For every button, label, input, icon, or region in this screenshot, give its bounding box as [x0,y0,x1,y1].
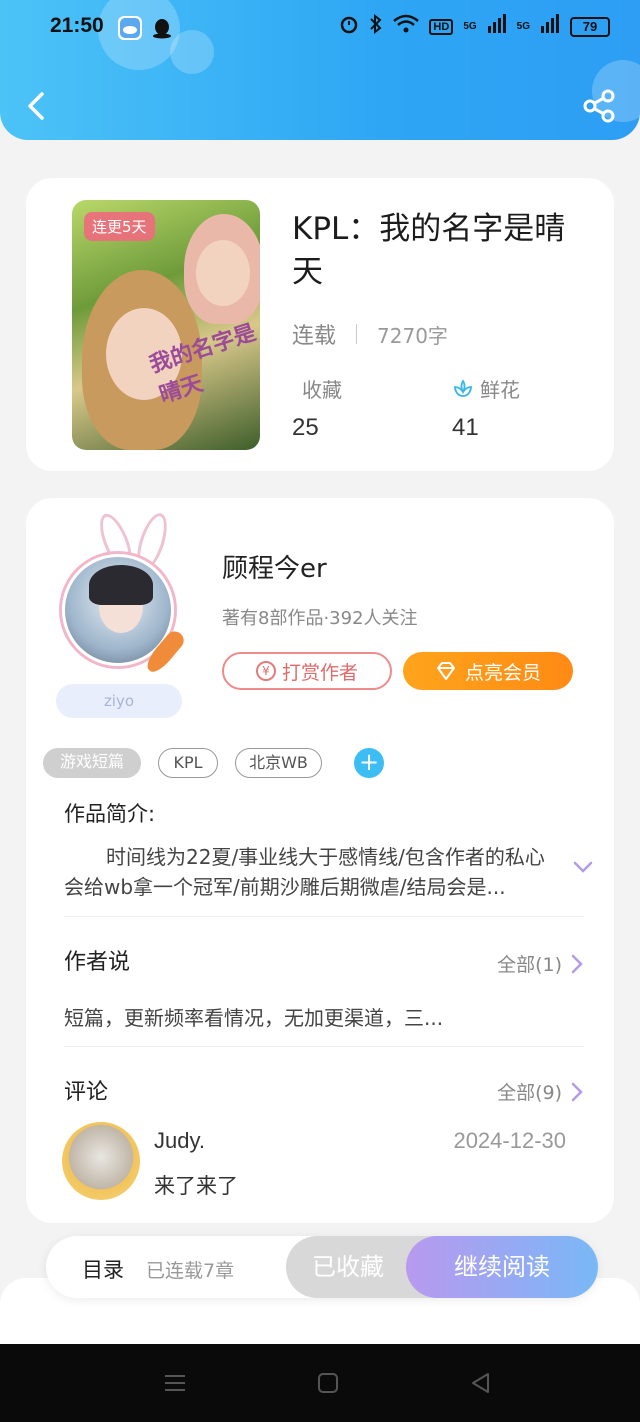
alarm-icon [339,14,359,39]
commenter-name[interactable]: Judy. [154,1128,205,1154]
tip-author-label: 打赏作者 [281,661,358,684]
comment-text[interactable]: 来了来了 [154,1170,238,1200]
serial-status: 连载 [292,324,337,349]
update-streak-badge: 连更5天 [84,212,155,241]
status-time: 21:50 [50,14,104,37]
battery-indicator: 79 [570,16,610,37]
top-header: 21:50 HD 5G 5G 79 [0,0,640,140]
continue-reading-button[interactable]: 继续阅读 [406,1236,598,1298]
signal-bars-icon [487,14,507,39]
author-say-text[interactable]: 短篇，更新频率看情况，无加更渠道，三... [64,1002,443,1031]
tag-chip[interactable]: 北京WB [235,748,322,778]
chapter-count: 已连载7章 [146,1260,235,1282]
home-nav-icon[interactable] [315,1370,341,1396]
signal-5g-icon: 5G [463,21,477,32]
expand-chevron-down-icon[interactable] [572,856,594,878]
share-button[interactable] [580,86,620,126]
system-nav-bar [0,1344,640,1422]
chevron-right-icon [571,954,583,973]
intro-text[interactable]: 时间线为22夏/事业线大于感情线/包含作者的私心会给wb拿一个冠军/前期沙雕后期… [64,842,564,902]
author-say-more-label: 全部(1) [497,954,562,976]
flowers-stat[interactable]: 鲜花 [452,374,520,403]
wifi-icon [393,14,420,39]
hd-icon: HD [429,18,454,35]
back-button[interactable] [18,86,58,126]
activate-vip-button[interactable]: 点亮会员 [403,652,573,690]
chevron-right-icon [571,1082,583,1101]
status-icons: HD 5G 5G 79 [339,13,610,39]
section-divider [64,916,584,917]
bottom-action-bar: 目录 已连载7章 已收藏 继续阅读 [46,1236,598,1298]
weather-app-icon [118,16,142,40]
book-info-card: 连更5天 我的名字是晴天 KPL：我的名字是晴天 连载 7270字 收藏 25 … [26,178,614,471]
share-icon [583,89,615,123]
author-say-more-link[interactable]: 全部(1) [497,950,584,977]
diamond-icon [436,662,455,680]
back-nav-icon[interactable] [468,1370,494,1396]
commenter-avatar[interactable] [62,1122,140,1200]
author-name[interactable]: 顾程今er [222,548,327,585]
activate-vip-label: 点亮会员 [464,661,541,684]
author-avatar-frame[interactable] [56,509,206,680]
author-say-title: 作者说 [64,950,131,975]
comments-more-link[interactable]: 全部(9) [497,1078,584,1105]
comments-title: 评论 [64,1080,109,1105]
tip-author-button[interactable]: ¥ 打赏作者 [222,652,392,690]
favorites-count: 25 [292,414,319,441]
bluetooth-icon [369,13,383,39]
comments-more-label: 全部(9) [497,1082,562,1104]
yuan-icon: ¥ [255,661,276,681]
tag-chip[interactable]: KPL [158,748,218,778]
comment-date: 2024-12-30 [453,1128,566,1153]
meta-divider [356,324,358,344]
favorites-label: 收藏 [302,378,342,402]
menu-nav-icon[interactable] [162,1370,188,1396]
flowers-count: 41 [452,414,479,441]
back-arrow-icon [28,92,44,120]
status-bar: 21:50 HD 5G 5G 79 [0,0,640,56]
tag-chip[interactable]: 游戏短篇 [43,748,141,778]
intro-title: 作品简介: [64,802,156,826]
signal-bars-icon-2 [540,14,560,39]
flower-icon [454,378,472,397]
flowers-label: 鲜花 [480,378,520,402]
toc-button[interactable]: 目录 [82,1254,124,1284]
book-detail-card: ziyo 顾程今er 著有8部作品·392人关注 ¥ 打赏作者 点亮会员 游戏短… [26,498,614,1223]
cover-face-2 [196,240,250,306]
section-divider [64,1046,584,1047]
book-meta: 连载 7270字 [292,318,448,350]
word-count: 7270字 [377,323,448,348]
signal-5g-icon-2: 5G [516,21,530,32]
author-info: 著有8部作品·392人关注 [222,608,418,629]
author-name-tag: ziyo [56,684,182,718]
add-tag-button[interactable]: + [354,748,384,778]
qq-app-icon [150,16,174,40]
book-title: KPL：我的名字是晴天 [292,211,566,290]
book-cover[interactable]: 连更5天 我的名字是晴天 [72,200,260,450]
